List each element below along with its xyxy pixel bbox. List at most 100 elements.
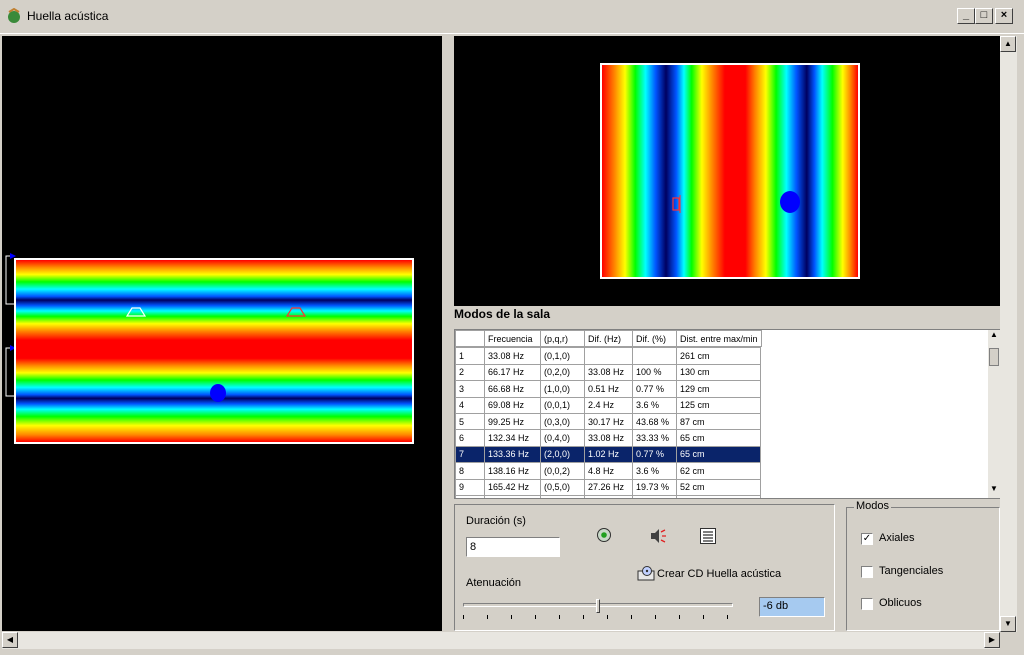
tangenciales-label[interactable]: Tangenciales: [879, 565, 943, 577]
table-row[interactable]: 2 66.17 Hz (0,2,0) 33.08 Hz 100 % 130 cm: [455, 363, 761, 382]
cell-diff-hz: 33.08 Hz: [584, 429, 633, 447]
maximize-button[interactable]: □: [975, 8, 993, 24]
table-row[interactable]: 7 133.36 Hz (2,0,0) 1.02 Hz 0.77 % 65 cm: [455, 445, 761, 464]
floorplan-view[interactable]: [2, 36, 442, 631]
attenuation-value[interactable]: -6 db: [759, 597, 825, 617]
table-row[interactable]: 4 69.08 Hz (0,0,1) 2.4 Hz 3.6 % 125 cm: [455, 396, 761, 414]
attenuation-slider-thumb[interactable]: [596, 599, 600, 613]
cell-frequency: 133.36 Hz: [484, 445, 541, 464]
speaker-left-icon[interactable]: [126, 307, 146, 317]
axiales-checkbox[interactable]: ✓: [861, 533, 873, 545]
slider-tick: [511, 615, 512, 619]
cell-pqr: (0,4,0): [540, 429, 585, 447]
top-mode-heatmap[interactable]: [600, 63, 860, 279]
cell-distance: 65 cm: [676, 445, 761, 464]
tangenciales-checkbox[interactable]: [861, 566, 873, 578]
table-scrollbar[interactable]: ▲ ▼: [988, 330, 1000, 498]
scroll-up-icon[interactable]: ▲: [988, 330, 1000, 344]
scroll-up-icon[interactable]: ▲: [1000, 36, 1016, 52]
cell-index: 8: [455, 462, 485, 480]
cell-distance: 52 cm: [676, 478, 761, 496]
cell-distance: 129 cm: [676, 380, 761, 398]
cell-frequency: 99.25 Hz: [484, 412, 541, 431]
cell-diff-hz: 4.8 Hz: [584, 462, 633, 480]
scroll-down-icon[interactable]: ▼: [1000, 616, 1016, 632]
scroll-thumb[interactable]: [989, 348, 999, 366]
cell-index: 3: [455, 380, 485, 398]
oblicuos-label[interactable]: Oblicuos: [879, 597, 922, 609]
window-title: Huella acústica: [27, 9, 109, 23]
cell-diff-pct: 19.73 %: [632, 478, 677, 496]
minimize-button[interactable]: _: [957, 8, 975, 24]
vertical-scrollbar[interactable]: ▲ ▼: [1000, 36, 1017, 632]
slider-tick: [727, 615, 728, 619]
duration-label: Duración (s): [466, 515, 526, 527]
cell-frequency: 138.16 Hz: [484, 462, 541, 480]
modes-table[interactable]: Frecuencia (p,q,r) Dif. (Hz) Dif. (%) Di…: [454, 329, 1000, 499]
create-cd-button[interactable]: Crear CD Huella acústica: [657, 568, 781, 580]
cell-index: 2: [455, 363, 485, 382]
cell-pqr: (1,0,0): [540, 380, 585, 398]
cell-distance: 130 cm: [676, 363, 761, 382]
scroll-left-icon[interactable]: ◀: [2, 632, 18, 648]
header-diff-pct[interactable]: Dif. (%): [632, 330, 677, 348]
speaker-icon[interactable]: [649, 527, 667, 545]
cell-diff-hz: 27.26 Hz: [584, 478, 633, 496]
speaker-right-icon[interactable]: [286, 307, 306, 317]
cd-icon[interactable]: [637, 565, 655, 581]
table-row[interactable]: 9 165.42 Hz (0,5,0) 27.26 Hz 19.73 % 52 cm: [455, 478, 761, 496]
size-grip[interactable]: [1000, 632, 1017, 649]
table-row[interactable]: 6 132.34 Hz (0,4,0) 33.08 Hz 33.33 % 65 cm: [455, 429, 761, 447]
table-row[interactable]: 3 66.68 Hz (1,0,0) 0.51 Hz 0.77 % 129 cm: [455, 380, 761, 398]
listener-position-icon[interactable]: [210, 384, 226, 402]
oblicuos-checkbox[interactable]: [861, 598, 873, 610]
cell-index: 4: [455, 396, 485, 414]
cell-diff-hz: 33.08 Hz: [584, 494, 633, 498]
horizontal-scrollbar[interactable]: ◀ ▶: [2, 632, 1000, 649]
cell-pqr: (0,5,0): [540, 478, 585, 496]
cell-distance: 261 cm: [676, 347, 761, 365]
cell-pqr: (0,3,0): [540, 412, 585, 431]
top-view[interactable]: [454, 36, 1000, 306]
header-pqr[interactable]: (p,q,r): [540, 330, 585, 348]
app-icon: [8, 8, 20, 23]
cell-diff-hz: 1.02 Hz: [584, 445, 633, 464]
cell-diff-hz: [584, 347, 633, 365]
modes-table-body[interactable]: 1 33.08 Hz (0,1,0) 261 cm 2 66.17 Hz (0,2,0) 33…: [455, 347, 761, 498]
cell-index: 1: [455, 347, 485, 365]
cell-frequency: 33.08 Hz: [484, 347, 541, 365]
cell-diff-hz: 30.17 Hz: [584, 412, 633, 431]
side-mode-heatmap[interactable]: [14, 258, 414, 444]
cell-frequency: 66.17 Hz: [484, 363, 541, 382]
cell-pqr: (0,6,0): [540, 494, 585, 498]
list-icon[interactable]: [699, 527, 717, 545]
table-row[interactable]: 1 33.08 Hz (0,1,0) 261 cm: [455, 347, 761, 365]
cell-pqr: (0,2,0): [540, 363, 585, 382]
modes-groupbox: Modos ✓ Axiales Tangenciales Oblicuos: [846, 500, 1000, 631]
table-row[interactable]: 5 99.25 Hz (0,3,0) 30.17 Hz 43.68 % 87 cm: [455, 412, 761, 431]
play-icon[interactable]: [596, 527, 612, 543]
axiales-label[interactable]: Axiales: [879, 532, 914, 544]
table-row[interactable]: 8 138.16 Hz (0,0,2) 4.8 Hz 3.6 % 62 cm: [455, 462, 761, 480]
cell-diff-pct: 0.77 %: [632, 445, 677, 464]
scroll-down-icon[interactable]: ▼: [988, 484, 1000, 498]
close-button[interactable]: ×: [995, 8, 1013, 24]
slider-tick: [655, 615, 656, 619]
slider-tick: [583, 615, 584, 619]
cell-distance: 43 cm: [676, 494, 761, 498]
speaker-marker-icon[interactable]: [672, 195, 682, 215]
cell-index: 7: [455, 445, 485, 464]
header-frequency[interactable]: Frecuencia: [484, 330, 541, 348]
listener-position-icon[interactable]: [780, 191, 800, 213]
duration-input[interactable]: [466, 537, 560, 557]
slider-tick: [559, 615, 560, 619]
cell-diff-hz: 33.08 Hz: [584, 363, 633, 382]
table-header-row: Frecuencia (p,q,r) Dif. (Hz) Dif. (%) Di…: [455, 330, 762, 348]
attenuation-label: Atenuación: [466, 577, 522, 589]
header-diff-hz[interactable]: Dif. (Hz): [584, 330, 633, 348]
cell-pqr: (2,0,0): [540, 445, 585, 464]
table-row[interactable]: 10198.51 Hz(0,6,0)33.08 Hz20 %43 cm: [455, 494, 761, 498]
header-distance[interactable]: Dist. entre max/min: [676, 330, 762, 348]
cell-diff-pct: 43.68 %: [632, 412, 677, 431]
scroll-right-icon[interactable]: ▶: [984, 632, 1000, 648]
